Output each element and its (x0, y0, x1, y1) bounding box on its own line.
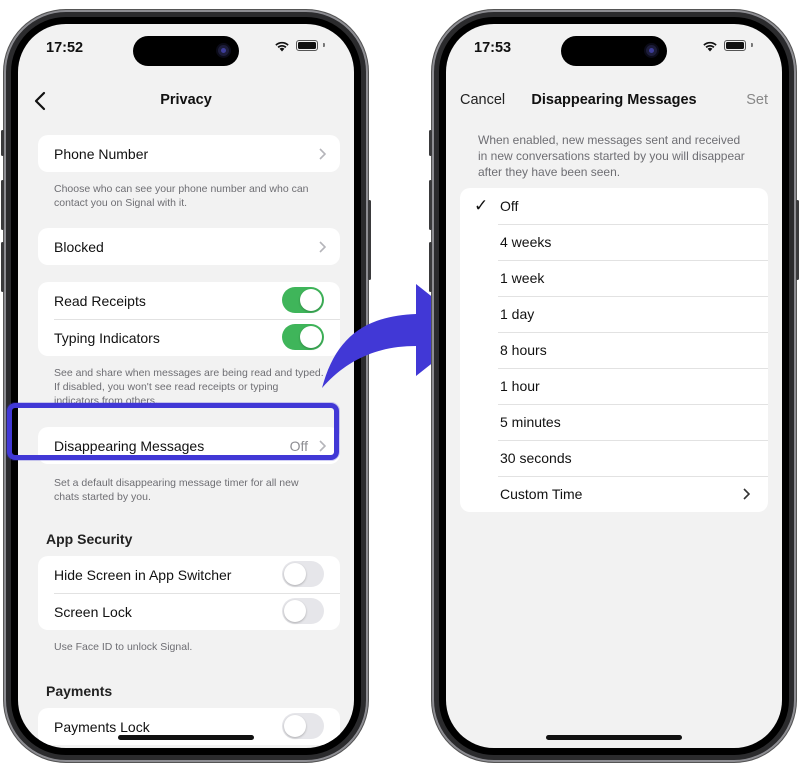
screen-lock-row: Screen Lock (38, 593, 340, 630)
chevron-right-icon (743, 488, 750, 500)
face-id-footnote: Use Face ID to unlock Signal. (54, 641, 193, 653)
typing-indicators-label: Typing Indicators (54, 329, 160, 346)
volume-up-button (429, 180, 432, 230)
hide-screen-toggle[interactable] (282, 561, 324, 587)
volume-down-button (1, 242, 4, 292)
app-security-card: Hide Screen in App Switcher Screen Lock (38, 556, 340, 630)
dynamic-island (133, 36, 239, 66)
mute-switch (429, 130, 432, 156)
status-time: 17:52 (46, 40, 84, 56)
timer-options-list: ✓ Off 4 weeks 1 week 1 day 8 hours 1 hou… (460, 188, 768, 512)
payments-heading: Payments (46, 683, 113, 699)
wifi-icon (703, 41, 717, 52)
receipts-card: Read Receipts Typing Indicators (38, 282, 340, 356)
privacy-screen: 17:52 Privacy Phone Number Choose who ca… (18, 24, 354, 748)
option-label: Off (500, 198, 519, 214)
volume-up-button (1, 180, 4, 230)
home-indicator (546, 735, 682, 740)
option-1-hour[interactable]: 1 hour (460, 368, 768, 404)
volume-down-button (429, 242, 432, 292)
status-bar: 17:53 (446, 24, 782, 72)
page-title: Privacy (160, 92, 212, 108)
set-button[interactable]: Set (746, 92, 768, 108)
app-security-heading: App Security (46, 531, 133, 547)
blocked-card: Blocked (38, 228, 340, 265)
camera-icon (646, 45, 657, 56)
option-8-hours[interactable]: 8 hours (460, 332, 768, 368)
nav-bar: Privacy (18, 82, 354, 122)
chevron-right-icon (319, 148, 326, 160)
power-button (796, 200, 799, 280)
mute-switch (1, 130, 4, 156)
option-label: 1 week (500, 270, 545, 286)
option-label: 1 hour (500, 378, 540, 394)
option-off[interactable]: ✓ Off (460, 188, 768, 224)
read-receipts-row: Read Receipts (38, 282, 340, 319)
camera-icon (218, 45, 229, 56)
phone-number-row[interactable]: Phone Number (38, 135, 340, 172)
page-title: Disappearing Messages (531, 92, 697, 108)
payments-lock-toggle[interactable] (282, 713, 324, 739)
nav-bar: Cancel Disappearing Messages Set (446, 82, 782, 122)
payments-lock-label: Payments Lock (54, 718, 150, 735)
dynamic-island (561, 36, 667, 66)
status-time: 17:53 (474, 40, 512, 56)
battery-icon (296, 40, 325, 52)
typing-indicators-row: Typing Indicators (38, 319, 340, 356)
phone-number-footnote: Choose who can see your phone number and… (54, 183, 309, 209)
blocked-label: Blocked (54, 238, 104, 255)
option-label: 30 seconds (500, 450, 572, 466)
hide-screen-row: Hide Screen in App Switcher (38, 556, 340, 593)
option-custom-time[interactable]: Custom Time (460, 476, 768, 512)
wifi-icon (275, 41, 289, 52)
option-label: 5 minutes (500, 414, 561, 430)
home-indicator (118, 735, 254, 740)
description-text: When enabled, new messages sent and rece… (478, 133, 745, 179)
option-4-weeks[interactable]: 4 weeks (460, 224, 768, 260)
option-1-week[interactable]: 1 week (460, 260, 768, 296)
checkmark-icon: ✓ (474, 196, 489, 215)
read-receipts-label: Read Receipts (54, 292, 146, 309)
option-30-seconds[interactable]: 30 seconds (460, 440, 768, 476)
screen-lock-label: Screen Lock (54, 603, 132, 620)
disappearing-footnote: Set a default disappearing message timer… (54, 477, 299, 503)
disappearing-messages-screen: 17:53 Cancel Disappearing Messages Set W… (446, 24, 782, 748)
hide-screen-label: Hide Screen in App Switcher (54, 566, 232, 583)
right-phone: 17:53 Cancel Disappearing Messages Set W… (429, 10, 799, 762)
chevron-right-icon (319, 241, 326, 253)
battery-icon (724, 40, 753, 52)
left-phone: 17:52 Privacy Phone Number Choose who ca… (1, 10, 371, 762)
phone-number-label: Phone Number (54, 145, 149, 162)
option-5-minutes[interactable]: 5 minutes (460, 404, 768, 440)
status-bar: 17:52 (18, 24, 354, 72)
receipts-footnote: See and share when messages are being re… (54, 367, 324, 407)
option-1-day[interactable]: 1 day (460, 296, 768, 332)
phone-number-card: Phone Number (38, 135, 340, 172)
screen-lock-toggle[interactable] (282, 598, 324, 624)
option-label: 1 day (500, 306, 535, 322)
disappearing-highlight-box (7, 403, 339, 460)
option-label: 4 weeks (500, 234, 552, 250)
option-label: 8 hours (500, 342, 547, 358)
blocked-row[interactable]: Blocked (38, 228, 340, 265)
option-label: Custom Time (500, 486, 583, 502)
